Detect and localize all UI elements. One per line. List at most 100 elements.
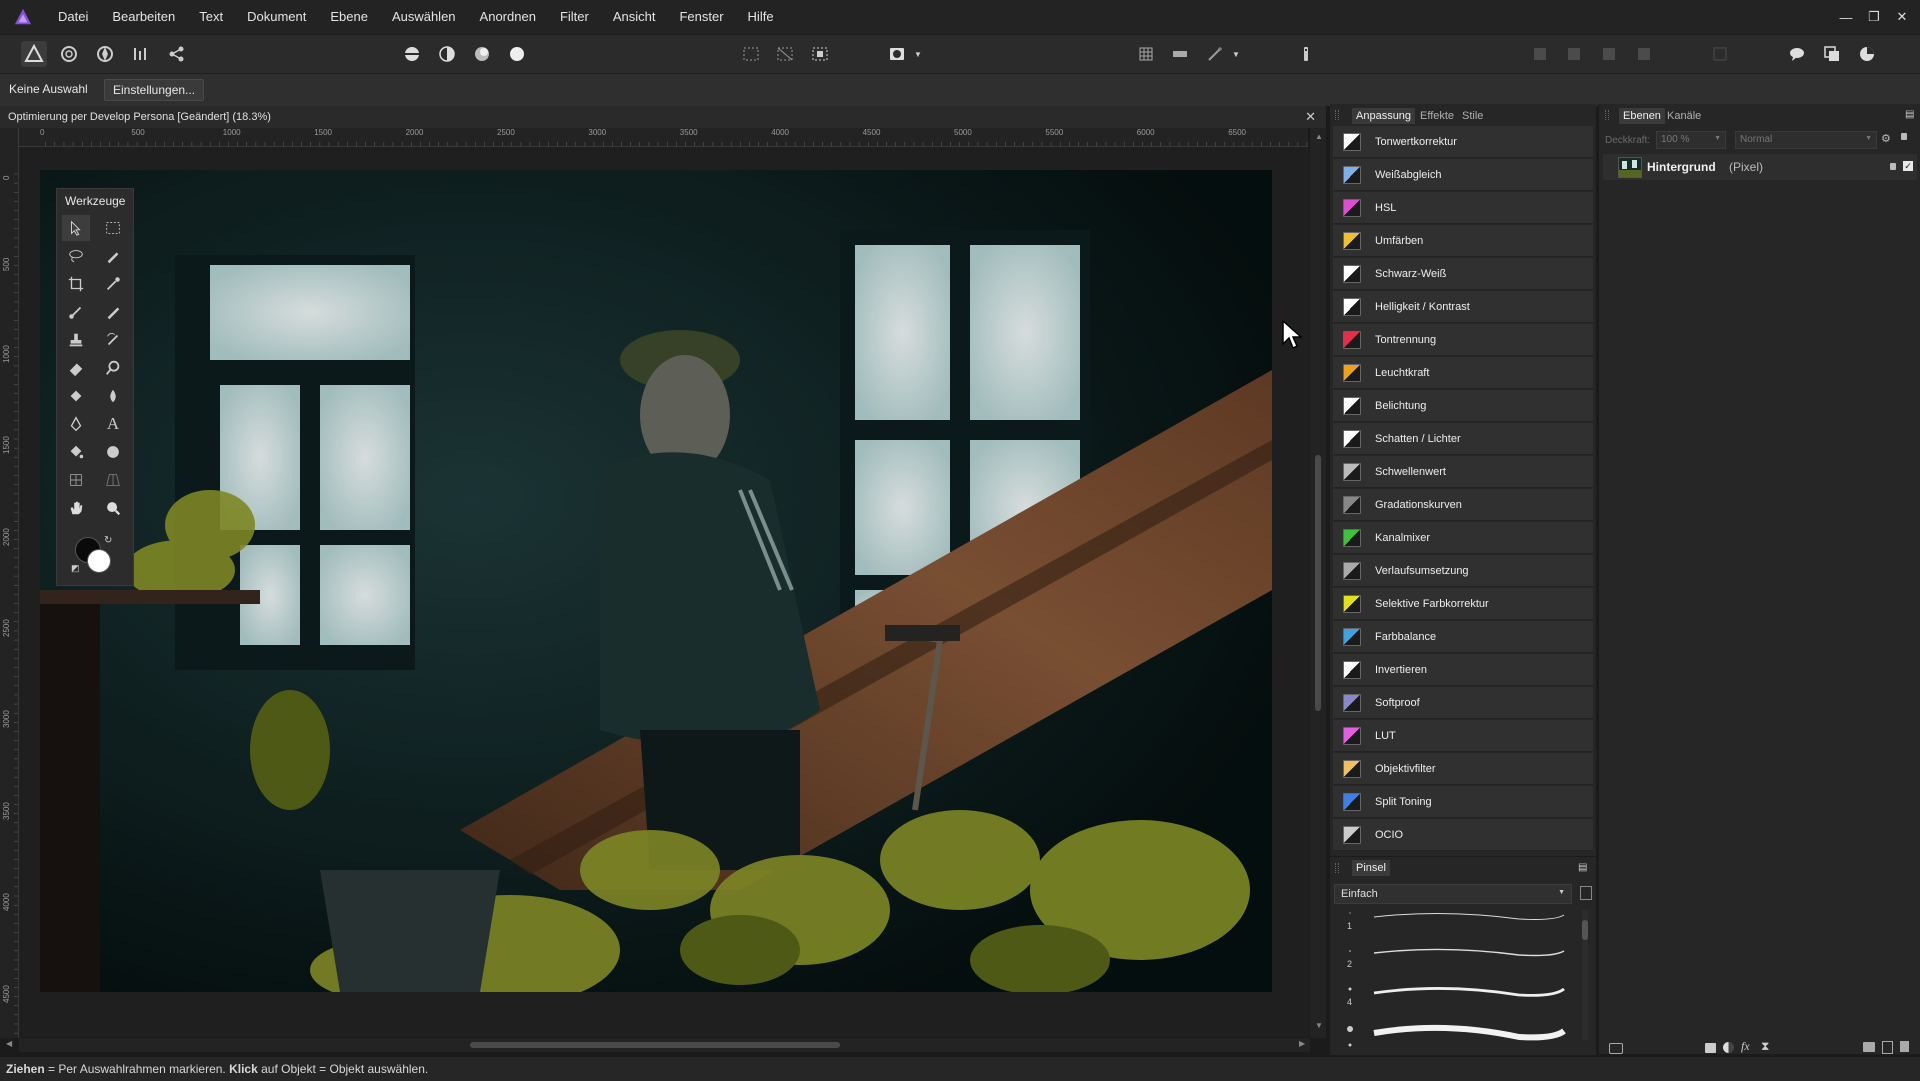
lock-icon[interactable] — [1901, 133, 1907, 140]
adjustment-item[interactable]: Schwellenwert — [1333, 456, 1593, 488]
adjustment-item[interactable]: Invertieren — [1333, 654, 1593, 686]
quick-mask-button[interactable] — [884, 41, 910, 67]
erase-brush-tool[interactable] — [62, 355, 90, 381]
layer-lock-icon[interactable] — [1890, 163, 1896, 170]
horizontal-scrollbar[interactable]: ◀ ▶ — [6, 1038, 1310, 1052]
liquify-persona-button[interactable] — [56, 41, 82, 67]
brush-list-scrollbar[interactable] — [1582, 910, 1588, 1040]
adjustment-item[interactable]: LUT — [1333, 720, 1593, 752]
live-filter-icon[interactable]: ⧗ — [1761, 1039, 1769, 1054]
gear-icon[interactable]: ⚙ — [1881, 132, 1891, 145]
adjustment-layer-icon[interactable] — [1723, 1042, 1734, 1053]
menu-auswählen[interactable]: Auswählen — [380, 0, 468, 34]
freehand-selection-tool[interactable] — [62, 243, 90, 269]
panel-grip-icon[interactable] — [1605, 110, 1609, 120]
undo-brush-tool[interactable] — [99, 327, 127, 353]
brush-category-select[interactable]: Einfach ▼ — [1334, 884, 1572, 904]
adjustment-item[interactable]: Farbbalance — [1333, 621, 1593, 653]
tab-layers[interactable]: Ebenen — [1619, 108, 1665, 124]
artistic-text-tool[interactable]: A — [99, 411, 127, 437]
adjustment-item[interactable]: Objektivfilter — [1333, 753, 1593, 785]
menu-dokument[interactable]: Dokument — [235, 0, 318, 34]
document-tab[interactable]: Optimierung per Develop Persona [Geänder… — [0, 106, 1326, 129]
arrange-backward-button[interactable] — [1561, 41, 1587, 67]
blend-mode-select[interactable]: Normal ▼ — [1735, 131, 1877, 149]
document-photo[interactable] — [40, 170, 1272, 992]
arrange-back-button[interactable] — [1527, 41, 1553, 67]
quick-mask-dropdown[interactable]: ▼ — [912, 41, 924, 67]
menu-fenster[interactable]: Fenster — [667, 0, 735, 34]
duplicate-button[interactable] — [1819, 41, 1845, 67]
arrange-front-button[interactable] — [1631, 41, 1657, 67]
develop-persona-button[interactable] — [92, 41, 118, 67]
selection-mode-subtract-button[interactable] — [807, 41, 833, 67]
panel-menu-icon[interactable]: ▤ — [1905, 109, 1914, 120]
auto-contrast-button[interactable] — [434, 41, 460, 67]
align-button[interactable] — [1167, 41, 1193, 67]
menu-ebene[interactable]: Ebene — [318, 0, 380, 34]
tab-styles[interactable]: Stile — [1458, 108, 1487, 124]
selection-brush-tool[interactable] — [99, 243, 127, 269]
settings-button[interactable]: Einstellungen... — [104, 79, 205, 101]
paint-brush-tool[interactable] — [62, 299, 90, 325]
add-pixel-layer-icon[interactable] — [1882, 1041, 1893, 1054]
mesh-warp-tool[interactable] — [62, 467, 90, 493]
fill-tool[interactable] — [62, 439, 90, 465]
adjustment-item[interactable]: Softproof — [1333, 687, 1593, 719]
close-window-icon[interactable]: ✕ — [1886, 0, 1918, 34]
tab-channels[interactable]: Kanäle — [1663, 108, 1705, 124]
perspective-tool[interactable] — [99, 467, 127, 493]
clone-brush-tool[interactable] — [62, 327, 90, 353]
adjustment-item[interactable]: Umfärben — [1333, 225, 1593, 257]
vertical-scroll-thumb[interactable] — [1315, 455, 1321, 711]
adjustment-item[interactable]: Schwarz-Weiß — [1333, 258, 1593, 290]
auto-levels-button[interactable] — [399, 41, 425, 67]
tab-brushes[interactable]: Pinsel — [1352, 860, 1390, 876]
zoom-tool[interactable] — [99, 495, 127, 521]
menu-filter[interactable]: Filter — [548, 0, 601, 34]
menu-text[interactable]: Text — [187, 0, 235, 34]
adjustment-item[interactable]: Kanalmixer — [1333, 522, 1593, 554]
auto-white-balance-button[interactable] — [504, 41, 530, 67]
menu-bearbeiten[interactable]: Bearbeiten — [100, 0, 187, 34]
rectangular-marquee-tool[interactable] — [99, 215, 127, 241]
tone-mapping-persona-button[interactable] — [128, 41, 154, 67]
scroll-left-icon[interactable]: ◀ — [6, 1039, 12, 1048]
adjustment-item[interactable]: OCIO — [1333, 819, 1593, 851]
mask-layer-icon[interactable] — [1705, 1043, 1716, 1053]
adjustment-item[interactable]: Selektive Farbkorrektur — [1333, 588, 1593, 620]
pen-tool[interactable] — [62, 411, 90, 437]
photo-persona-button[interactable] — [21, 41, 47, 67]
adjustment-item[interactable]: Tonwertkorrektur — [1333, 126, 1593, 158]
layers-settings-icon[interactable] — [1609, 1043, 1623, 1054]
panel-menu-icon[interactable]: ▤ — [1578, 862, 1587, 873]
ellipse-tool[interactable] — [99, 439, 127, 465]
menu-datei[interactable]: Datei — [46, 0, 100, 34]
blur-brush-tool[interactable] — [99, 383, 127, 409]
flood-fill-tool[interactable] — [62, 383, 90, 409]
swap-colors-icon[interactable]: ↻ — [104, 535, 112, 546]
reset-colors-icon[interactable]: ◩ — [71, 563, 80, 574]
vertical-scrollbar[interactable]: ▲ ▼ — [1310, 128, 1326, 1038]
wand-dropdown[interactable]: ▼ — [1230, 41, 1242, 67]
wand-button[interactable] — [1202, 41, 1228, 67]
dodge-brush-tool[interactable] — [99, 355, 127, 381]
secondary-color-swatch[interactable] — [87, 549, 111, 573]
studio-link-chat-button[interactable] — [1784, 41, 1810, 67]
adjustment-item[interactable]: HSL — [1333, 192, 1593, 224]
scroll-up-icon[interactable]: ▲ — [1315, 132, 1323, 141]
panel-grip-icon[interactable] — [1335, 863, 1339, 873]
layer-visibility-checkbox[interactable]: ✓ — [1903, 161, 1913, 171]
adjustment-item[interactable]: Tontrennung — [1333, 324, 1593, 356]
trash-icon[interactable] — [1900, 1041, 1909, 1052]
pixel-tool[interactable] — [99, 299, 127, 325]
auto-colors-button[interactable] — [469, 41, 495, 67]
fx-icon[interactable]: fx — [1741, 1039, 1750, 1054]
adjustment-item[interactable]: Weißabgleich — [1333, 159, 1593, 191]
folder-icon[interactable] — [1863, 1042, 1875, 1052]
view-tool[interactable] — [62, 495, 90, 521]
arrange-forward-button[interactable] — [1596, 41, 1622, 67]
scroll-right-icon[interactable]: ▶ — [1299, 1039, 1305, 1048]
snapping-button[interactable] — [1133, 41, 1159, 67]
color-picker-tool[interactable] — [99, 271, 127, 297]
